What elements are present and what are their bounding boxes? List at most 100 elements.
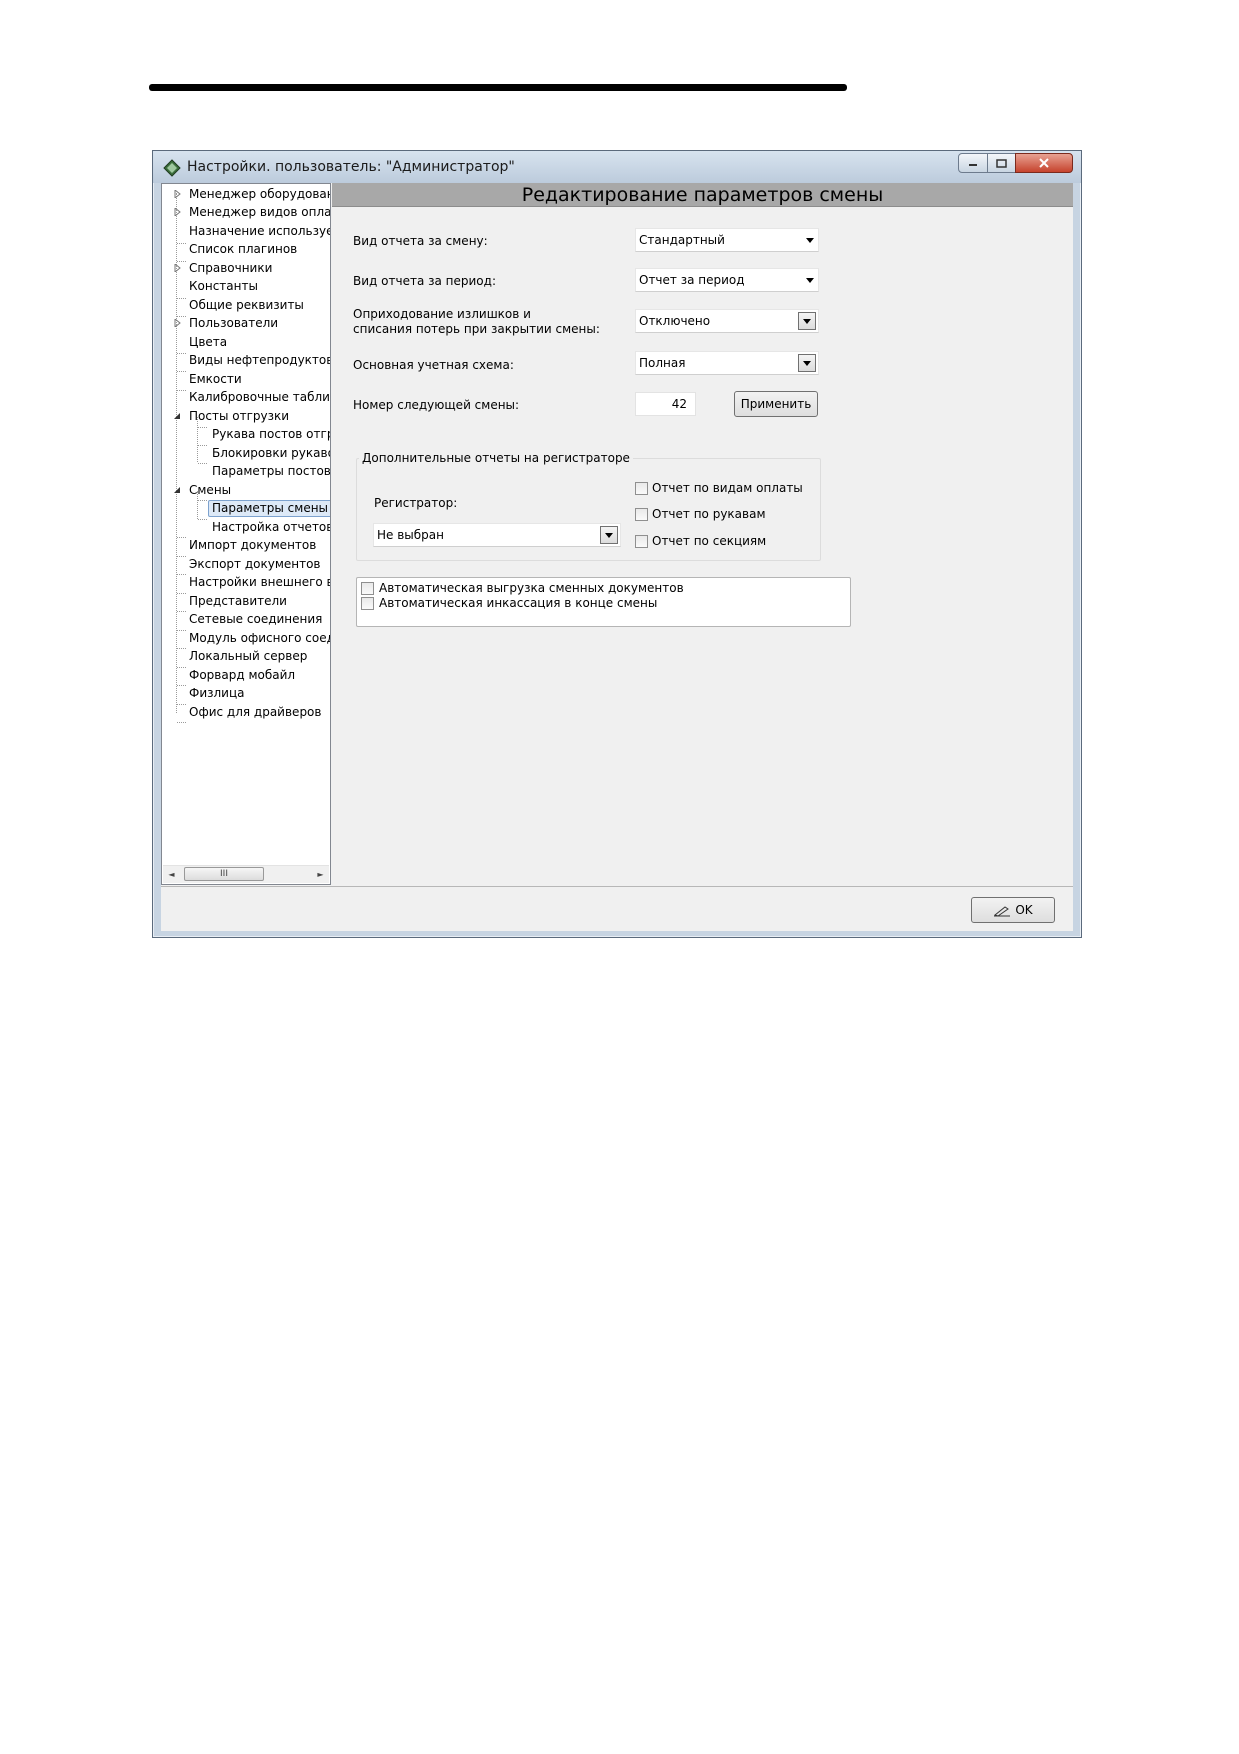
period-report-value: Отчет за период: [639, 273, 745, 287]
tree-item-post-params[interactable]: Параметры постов отгрузки: [212, 463, 330, 480]
tree-connector: [177, 243, 186, 244]
settings-tree[interactable]: Менеджер оборудования Менеджер видов опл…: [161, 183, 331, 885]
tree-connector: [177, 611, 186, 612]
scroll-left-icon[interactable]: ◄: [163, 866, 180, 883]
expand-arrow-icon[interactable]: [173, 208, 181, 216]
accounting-scheme-select[interactable]: Полная: [635, 351, 819, 375]
tree-connector: [177, 390, 186, 391]
hoses-report-checkbox[interactable]: [635, 508, 648, 521]
tree-item-references[interactable]: Справочники: [189, 260, 272, 277]
tree-connector: [198, 445, 207, 446]
tree-item-shifts[interactable]: Смены: [189, 482, 231, 499]
tree-item-local-server[interactable]: Локальный сервер: [189, 648, 307, 665]
registrar-value: Не выбран: [377, 528, 444, 542]
expand-arrow-icon[interactable]: [173, 319, 181, 327]
settings-panel: Редактирование параметров смены Вид отче…: [332, 183, 1073, 885]
tree-item-export-documents[interactable]: Экспорт документов: [189, 556, 321, 573]
tree-item-report-settings[interactable]: Настройка отчетов: [212, 519, 330, 536]
next-shift-label: Номер следующей смены:: [353, 398, 520, 412]
tree-item-appearance[interactable]: Настройки внешнего вида: [189, 574, 330, 591]
tree-item-constants[interactable]: Константы: [189, 278, 258, 295]
apply-button[interactable]: Применить: [734, 391, 818, 417]
tree-connector: [177, 556, 186, 557]
tree-item-shift-params[interactable]: Параметры смены: [208, 500, 330, 517]
maximize-button[interactable]: [987, 153, 1016, 173]
tree-connector: [177, 537, 186, 538]
registrar-label: Регистратор:: [374, 496, 458, 510]
tree-item-tanks[interactable]: Емкости: [189, 371, 242, 388]
surplus-select[interactable]: Отключено: [635, 309, 819, 333]
auto-collection-checkbox[interactable]: [361, 597, 374, 610]
expand-arrow-icon[interactable]: [173, 190, 181, 198]
registrar-select[interactable]: Не выбран: [373, 523, 621, 547]
tree-item-colors[interactable]: Цвета: [189, 334, 227, 351]
sections-report-label: Отчет по секциям: [652, 534, 767, 548]
period-report-label: Вид отчета за период:: [353, 274, 496, 288]
tree-item-office-drivers[interactable]: Офис для драйверов: [189, 704, 321, 721]
payment-types-report-checkbox[interactable]: [635, 482, 648, 495]
tree-item-equipment-manager[interactable]: Менеджер оборудования: [189, 186, 330, 203]
chevron-down-icon: [806, 278, 814, 283]
tree-item-office-module[interactable]: Модуль офисного соединения: [189, 630, 330, 647]
tree-item-users[interactable]: Пользователи: [189, 315, 278, 332]
tree-item-individuals[interactable]: Физлица: [189, 685, 245, 702]
tree-item-post-hoses[interactable]: Рукава постов отгрузки: [212, 426, 330, 443]
shift-report-select[interactable]: Стандартный: [635, 228, 819, 252]
tree-item-payment-types-manager[interactable]: Менеджер видов оплат: [189, 204, 330, 221]
window-title: Настройки. пользователь: "Администратор": [187, 159, 515, 175]
auto-export-label: Автоматическая выгрузка сменных документ…: [379, 581, 684, 595]
tree-item-shipping-posts[interactable]: Посты отгрузки: [189, 408, 289, 425]
period-report-select[interactable]: Отчет за период: [635, 268, 819, 292]
tree-connector: [177, 685, 186, 686]
tree-item-hose-locks[interactable]: Блокировки рукавов: [212, 445, 330, 462]
dropdown-arrow-icon[interactable]: [798, 312, 816, 330]
tree-connector: [177, 261, 186, 262]
collapse-arrow-icon[interactable]: [173, 412, 181, 420]
tree-connector: [177, 630, 186, 631]
scroll-right-icon[interactable]: ►: [312, 866, 329, 883]
ok-button[interactable]: OK: [971, 897, 1055, 923]
scroll-thumb[interactable]: III: [184, 867, 264, 881]
tree-horizontal-scrollbar[interactable]: ◄ III ►: [163, 865, 329, 883]
tree-connector: [198, 463, 207, 464]
surplus-label-line1: Оприходование излишков и: [353, 307, 531, 321]
tree-item-network-connections[interactable]: Сетевые соединения: [189, 611, 322, 628]
tree-item-import-documents[interactable]: Импорт документов: [189, 537, 316, 554]
tree-item-forward-mobile[interactable]: Форвард мобайл: [189, 667, 295, 684]
bottom-bar: OK: [161, 886, 1073, 931]
chevron-down-icon: [806, 238, 814, 243]
tree-connector: [177, 648, 186, 649]
close-button[interactable]: [1015, 153, 1073, 173]
tree-connector: [177, 593, 186, 594]
ok-label: OK: [1015, 903, 1033, 917]
dropdown-arrow-icon[interactable]: [798, 354, 816, 372]
tree-item-calibration-tables[interactable]: Калибровочные таблицы: [189, 389, 330, 406]
collapse-arrow-icon[interactable]: [173, 486, 181, 494]
pencil-check-icon: [994, 905, 1011, 917]
accounting-scheme-value: Полная: [639, 356, 686, 370]
tree-connector: [177, 298, 186, 299]
panel-header: Редактирование параметров смены: [332, 183, 1073, 207]
close-icon: [1039, 158, 1049, 168]
minimize-icon: [969, 164, 977, 166]
next-shift-number-input[interactable]: 42: [635, 392, 696, 416]
surplus-label-line2: списания потерь при закрытии смены:: [353, 322, 600, 336]
tree-connector: [177, 722, 186, 723]
tree-connector: [177, 704, 186, 705]
minimize-button[interactable]: [958, 153, 988, 173]
tree-connector: [177, 574, 186, 575]
sections-report-checkbox[interactable]: [635, 535, 648, 548]
tree-item-plugins[interactable]: Список плагинов: [189, 241, 297, 258]
auto-export-checkbox[interactable]: [361, 582, 374, 595]
tree-item-assignment[interactable]: Назначение используемых: [189, 223, 330, 240]
expand-arrow-icon[interactable]: [173, 264, 181, 272]
tree-item-representatives[interactable]: Представители: [189, 593, 287, 610]
title-bar[interactable]: Настройки. пользователь: "Администратор": [153, 151, 1081, 183]
tree-item-common-requisites[interactable]: Общие реквизиты: [189, 297, 304, 314]
tree-connector: [198, 500, 207, 501]
tree-connector: [177, 353, 186, 354]
shift-report-value: Стандартный: [639, 233, 725, 247]
tree-item-oil-products[interactable]: Виды нефтепродуктов: [189, 352, 330, 369]
settings-window: Настройки. пользователь: "Администратор": [152, 150, 1082, 938]
dropdown-arrow-icon[interactable]: [600, 526, 618, 544]
